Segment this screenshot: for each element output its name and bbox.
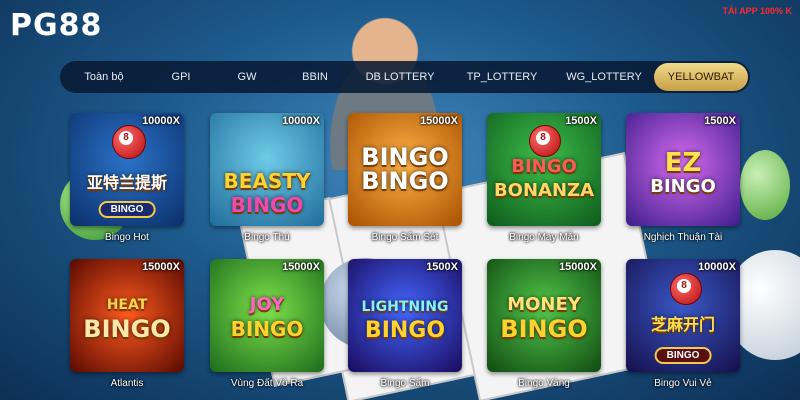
game-art-title: JOY BINGO <box>230 294 304 341</box>
game-name-label: Bingo Vui Vẻ <box>654 378 712 389</box>
game-art-title: BINGO BINGO <box>361 143 449 195</box>
game-name-label: Nghịch Thuận Tài <box>643 232 723 243</box>
game-art-title: 芝麻开门 <box>650 315 715 334</box>
game-art-title: BEASTY BINGO <box>223 169 311 217</box>
multiplier-badge: 15000X <box>282 261 320 273</box>
game-tile-bingo-hot[interactable]: 8 10000X 亚特兰提斯 BINGO <box>70 113 184 226</box>
game-art-title: HEAT BINGO <box>83 297 171 343</box>
game-name-label: Vùng Đất Vô Ra <box>230 378 304 389</box>
tab-all[interactable]: Toàn bộ <box>60 63 148 91</box>
multiplier-badge: 1500X <box>426 261 458 273</box>
multiplier-badge: 15000X <box>142 261 180 273</box>
multiplier-badge: 10000X <box>698 261 736 273</box>
tab-db-lottery[interactable]: DB LOTTERY <box>350 63 450 91</box>
tab-tp-lottery[interactable]: TP_LOTTERY <box>450 63 554 91</box>
game-tile-joy-bingo[interactable]: 15000X JOY BINGO <box>210 259 324 372</box>
game-tile-ez-bingo[interactable]: 1500X EZ BINGO <box>626 113 740 226</box>
game-art-subtitle: BINGO <box>654 347 712 364</box>
tab-gw[interactable]: GW <box>214 63 280 91</box>
multiplier-badge: 15000X <box>559 261 597 273</box>
tab-gpi[interactable]: GPI <box>148 63 214 91</box>
multiplier-badge: 10000X <box>282 115 320 127</box>
tab-wg-lottery[interactable]: WG_LOTTERY <box>554 63 654 91</box>
game-tile-bingo-bonanza[interactable]: 8 1500X BINGO BONANZA <box>487 113 601 226</box>
tab-bbin[interactable]: BBIN <box>280 63 350 91</box>
game-art-title: BINGO BONANZA <box>493 156 595 201</box>
game-art-title: EZ BINGO <box>650 148 716 197</box>
game-tile-sesame-bingo[interactable]: 8 10000X 芝麻开门 BINGO <box>626 259 740 372</box>
game-tile-heat-bingo[interactable]: 15000X HEAT BINGO <box>70 259 184 372</box>
multiplier-badge: 1500X <box>565 115 597 127</box>
game-name-label: Bingo May Mắn <box>509 232 579 243</box>
game-art-title: 亚特兰提斯 <box>86 173 167 192</box>
download-app-link[interactable]: TẢI APP 100% K <box>722 6 792 16</box>
ball-icon: 8 <box>670 273 702 305</box>
game-name-label: Bingo Hot <box>105 232 149 243</box>
ball-icon: 8 <box>112 125 146 159</box>
pg88-logo[interactable]: PG88 <box>10 8 102 43</box>
game-name-label: Bingo Vàng <box>518 378 570 389</box>
green-ball-decoration <box>740 150 790 220</box>
game-tile-beasty-bingo[interactable]: 10000X BEASTY BINGO <box>210 113 324 226</box>
tab-yellowbat[interactable]: YELLOWBAT <box>654 63 748 91</box>
game-name-label: Bingo Sấm Sét <box>371 232 439 243</box>
game-tile-lightning-bingo[interactable]: 1500X LIGHTNING BINGO <box>348 259 462 372</box>
ball-icon: 8 <box>529 125 561 157</box>
provider-tab-bar: Toàn bộ GPI GW BBIN DB LOTTERY TP_LOTTER… <box>60 61 750 93</box>
multiplier-badge: 10000X <box>142 115 180 127</box>
game-art-title: MONEY BINGO <box>500 294 588 343</box>
game-art-title: LIGHTNING BINGO <box>361 299 449 343</box>
game-tile-money-bingo[interactable]: 15000X MONEY BINGO <box>487 259 601 372</box>
game-name-label: Atlantis <box>110 378 144 389</box>
multiplier-badge: 1500X <box>704 115 736 127</box>
game-name-label: Bingo Thú <box>244 232 290 243</box>
multiplier-badge: 15000X <box>420 115 458 127</box>
game-tile-bingo-bingo[interactable]: 15000X BINGO BINGO <box>348 113 462 226</box>
game-art-subtitle: BINGO <box>98 201 156 218</box>
game-name-label: Bingo Sấm <box>380 378 430 389</box>
